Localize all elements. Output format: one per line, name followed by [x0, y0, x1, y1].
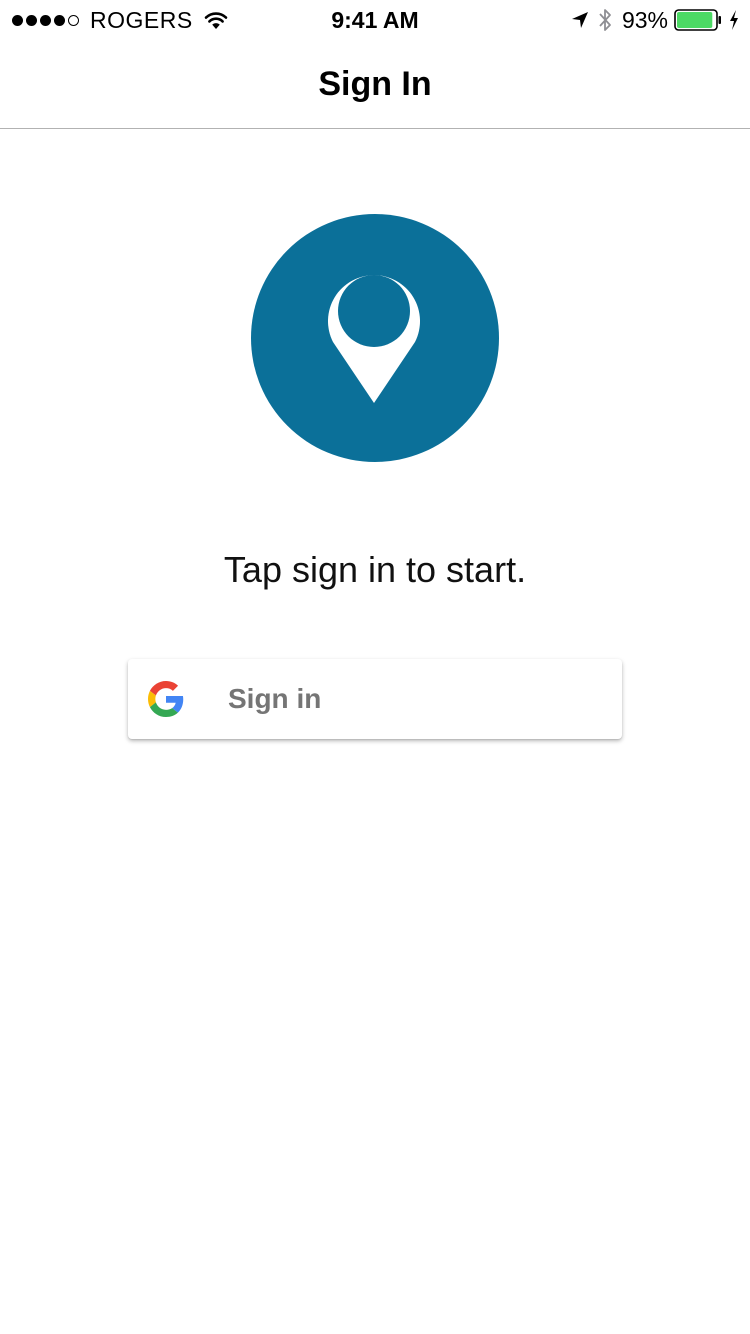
status-right: 93%: [570, 0, 740, 40]
instruction-text: Tap sign in to start.: [223, 549, 527, 590]
location-arrow-icon: [571, 12, 588, 28]
bluetooth-icon: [599, 9, 611, 31]
google-signin-button[interactable]: Sign in: [128, 659, 622, 739]
nav-bar: Sign In: [0, 40, 750, 129]
battery-fill: [677, 12, 713, 28]
signin-label: Sign in: [228, 683, 322, 714]
google-g-icon: [148, 681, 184, 717]
app-logo: [251, 214, 499, 462]
page-title: Sign In: [318, 65, 432, 103]
map-pin-icon: [328, 275, 420, 403]
battery-icon: [674, 9, 721, 31]
status-bar: ROGERS 9:41 AM 93%: [0, 0, 750, 40]
battery-percent: 93%: [621, 6, 668, 33]
charging-bolt-icon: [730, 10, 738, 30]
